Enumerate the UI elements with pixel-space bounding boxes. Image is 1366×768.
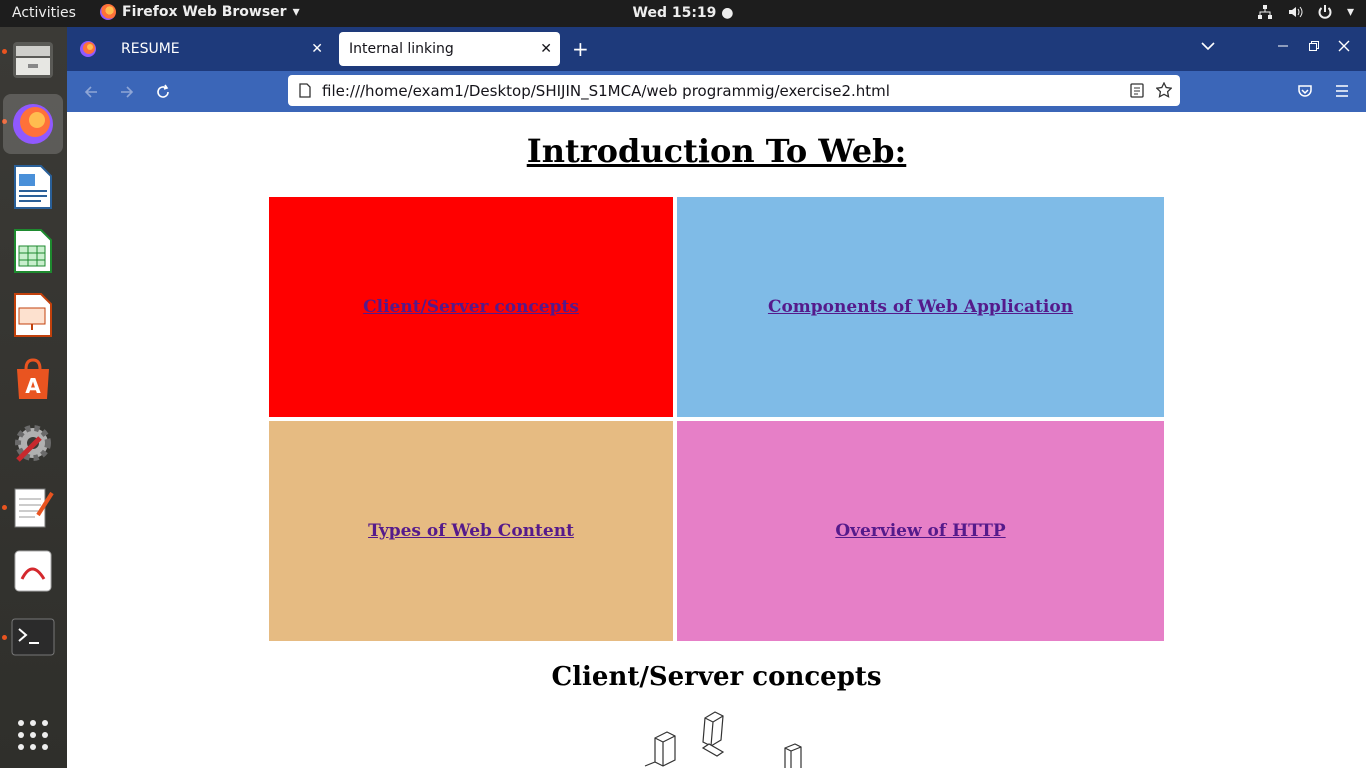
menu-icon[interactable] — [1334, 84, 1350, 98]
navigation-toolbar: file:///home/exam1/Desktop/SHIJIN_S1MCA/… — [67, 71, 1366, 112]
page-heading: Introduction To Web: — [526, 132, 907, 170]
calc-icon[interactable] — [9, 227, 57, 275]
page-icon — [299, 83, 311, 98]
app-menu-label: Firefox Web Browser — [122, 4, 287, 20]
firefox-icon — [100, 4, 116, 20]
restore-button[interactable] — [1308, 37, 1320, 56]
section-heading: Client/Server concepts — [551, 662, 882, 692]
client-server-diagram-image — [644, 711, 802, 768]
terminal-icon[interactable] — [9, 613, 57, 661]
restore-icon — [1309, 41, 1319, 51]
back-icon[interactable] — [83, 84, 99, 100]
power-icon — [1318, 5, 1332, 19]
writer-icon[interactable] — [9, 163, 57, 211]
tab-resume[interactable]: RESUME ✕ — [111, 32, 331, 66]
firefox-view-icon[interactable] — [79, 40, 97, 58]
chevron-down-icon: ▾ — [292, 4, 300, 20]
link-components[interactable]: Components of Web Application — [768, 297, 1073, 317]
software-icon[interactable]: A — [9, 355, 57, 403]
list-all-tabs-button[interactable] — [1201, 39, 1215, 55]
close-icon[interactable]: ✕ — [540, 41, 552, 57]
system-tray[interactable]: ▾ — [1257, 4, 1354, 20]
activities-button[interactable]: Activities — [12, 5, 76, 21]
link-web-content[interactable]: Types of Web Content — [368, 521, 574, 541]
tab-label: RESUME — [121, 41, 180, 57]
notification-dot-icon: ● — [721, 5, 734, 21]
chevron-down-icon — [1201, 42, 1215, 51]
app-menu[interactable]: Firefox Web Browser ▾ — [100, 4, 300, 20]
link-http[interactable]: Overview of HTTP — [835, 521, 1005, 541]
running-indicator — [2, 505, 7, 510]
page-content: Introduction To Web: Client/Server conce… — [67, 112, 1366, 768]
volume-icon — [1288, 6, 1303, 18]
url-text[interactable]: file:///home/exam1/Desktop/SHIJIN_S1MCA/… — [322, 82, 890, 100]
tab-strip: RESUME ✕ Internal linking ✕ + — [67, 27, 1366, 71]
chevron-down-icon: ▾ — [1346, 4, 1354, 20]
pocket-icon[interactable] — [1297, 83, 1313, 99]
link-client-server[interactable]: Client/Server concepts — [363, 297, 579, 317]
system-top-bar: Activities Firefox Web Browser ▾ Wed 15:… — [0, 0, 1366, 27]
clock[interactable]: Wed 15:19 — [633, 5, 717, 21]
cell-web-content: Types of Web Content — [269, 421, 673, 641]
impress-icon[interactable] — [9, 291, 57, 339]
cell-components: Components of Web Application — [677, 197, 1164, 417]
settings-icon[interactable] — [9, 419, 57, 467]
running-indicator — [2, 635, 7, 640]
topics-table: Client/Server concepts Components of Web… — [269, 197, 1164, 641]
forward-icon[interactable] — [119, 84, 135, 100]
reader-view-icon[interactable] — [1130, 83, 1144, 98]
minimize-icon — [1278, 45, 1288, 47]
running-indicator — [2, 49, 7, 54]
firefox-icon[interactable] — [3, 94, 63, 154]
network-icon — [1257, 5, 1272, 19]
document-viewer-icon[interactable] — [9, 547, 57, 595]
close-window-button[interactable] — [1338, 37, 1350, 56]
svg-text:A: A — [25, 374, 41, 398]
reload-icon[interactable] — [155, 84, 171, 100]
cell-client-server: Client/Server concepts — [269, 197, 673, 417]
text-editor-icon[interactable] — [9, 483, 57, 531]
url-bar[interactable]: file:///home/exam1/Desktop/SHIJIN_S1MCA/… — [288, 75, 1180, 106]
cell-http: Overview of HTTP — [677, 421, 1164, 641]
close-icon[interactable]: ✕ — [311, 41, 323, 57]
show-apps-icon[interactable] — [9, 711, 57, 759]
close-icon — [1338, 40, 1350, 52]
minimize-button[interactable] — [1277, 37, 1289, 56]
files-icon[interactable] — [9, 36, 57, 84]
new-tab-button[interactable]: + — [572, 37, 589, 61]
tab-label: Internal linking — [349, 41, 454, 57]
bookmark-star-icon[interactable] — [1156, 82, 1172, 98]
tab-internal-linking[interactable]: Internal linking ✕ — [339, 32, 560, 66]
dock: A — [0, 27, 67, 768]
